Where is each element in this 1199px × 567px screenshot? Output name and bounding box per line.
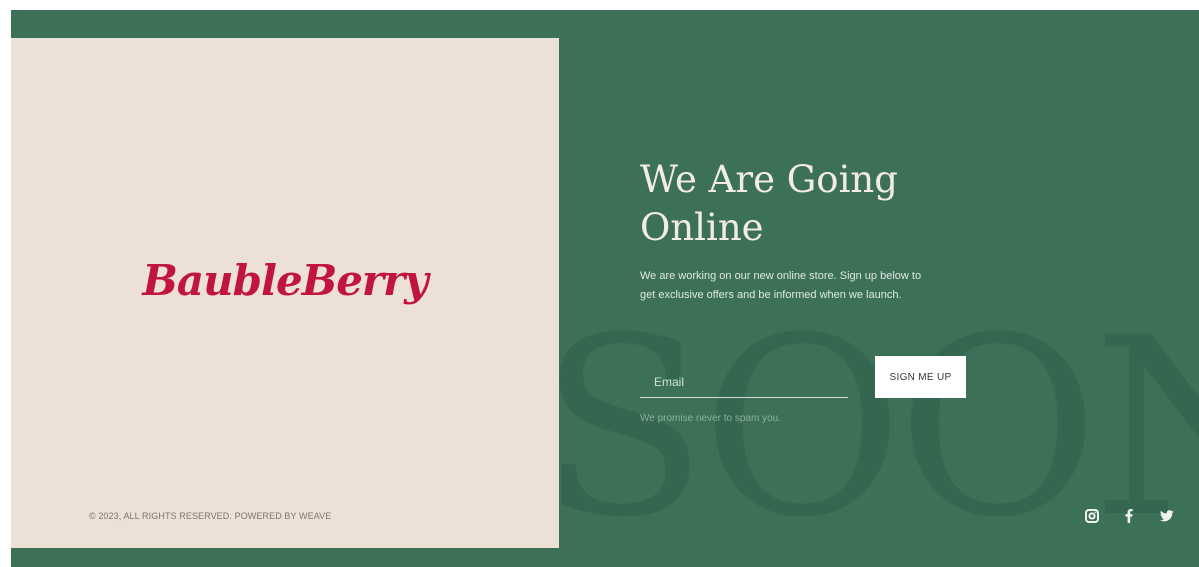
instagram-icon[interactable] [1084, 508, 1100, 524]
page-title: We Are Going Online [640, 158, 898, 249]
email-field [640, 367, 848, 398]
background-word-soon: SOON [539, 286, 1199, 567]
brand-logo: BaubleBerry [142, 256, 428, 305]
email-input[interactable] [640, 367, 848, 397]
sign-up-button[interactable]: SIGN ME UP [875, 356, 966, 398]
brand-panel: BaubleBerry © 2023, ALL RIGHTS RESERVED.… [11, 38, 559, 548]
hero-description: We are working on our new online store. … [640, 270, 922, 301]
page-frame: SOON BaubleBerry © 2023, ALL RIGHTS RESE… [11, 10, 1199, 567]
copyright-text: © 2023, ALL RIGHTS RESERVED. POWERED BY … [89, 511, 332, 521]
facebook-icon[interactable] [1121, 508, 1137, 524]
twitter-icon[interactable] [1159, 508, 1175, 524]
spam-promise-text: We promise never to spam you. [640, 413, 781, 424]
